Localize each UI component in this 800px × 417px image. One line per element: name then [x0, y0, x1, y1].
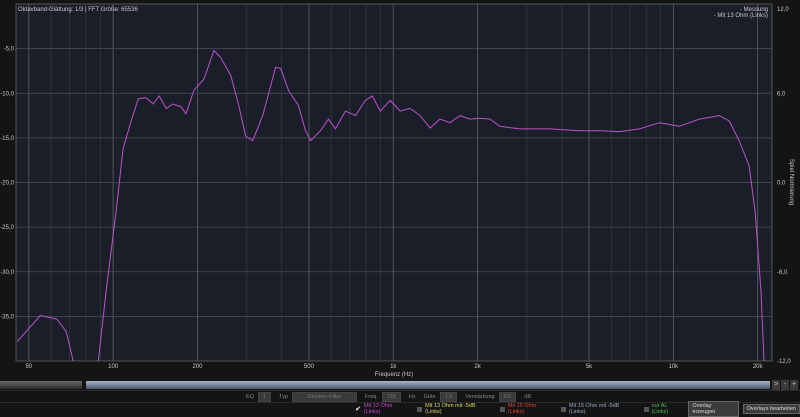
x-tick-label: 200	[192, 364, 203, 370]
guete-input[interactable]: 1,0	[439, 392, 458, 402]
x-tick-label: 2k	[474, 364, 481, 370]
overlay-checkbox-4[interactable]	[643, 406, 649, 412]
gain-label: Verstärkung	[465, 394, 495, 400]
frequency-response-chart: 50 100 200 500 1k 2k 5k 10k 20k -5,0 -10,0 -15,0 -20…	[0, 3, 794, 378]
overlay-checkbox-3[interactable]	[561, 406, 566, 412]
overlay-bar: ✔ Mit 13 Ohm (Links) Mit 13 Ohm mit -5dB…	[0, 401, 800, 417]
freq-input[interactable]: 725	[381, 392, 401, 402]
y-tick-label: -25,0	[0, 225, 14, 231]
freq-label: Freq.	[364, 394, 378, 400]
y2-tick-label: 6,0	[777, 91, 786, 97]
y2-tick-label: 12,0	[777, 7, 789, 13]
x-tick-label: 500	[304, 364, 315, 370]
y-tick-label: -5,0	[4, 47, 15, 53]
zoom-in-button[interactable]: +	[790, 380, 798, 390]
overlay-checkbox-0[interactable]: ✔	[355, 405, 361, 413]
overlay-label-4: nur AL (Links)	[651, 403, 669, 415]
y2-tick-label: -6,0	[777, 270, 788, 276]
freq-unit: Hz	[408, 394, 416, 400]
y-tick-label: -30,0	[0, 270, 14, 276]
overlay-checkbox-1[interactable]	[417, 406, 423, 412]
chart-info: Oktavband-Glättung: 1/3 | FFT Größe: 655…	[18, 7, 139, 13]
x-axis-label: Frequenz (Hz)	[375, 372, 413, 378]
x-tick-label: 20k	[753, 364, 764, 370]
overlay-label-0: Mit 13 Ohm (Links)	[363, 403, 393, 415]
x-tick-label: 100	[108, 364, 119, 370]
scrollbar-thumb[interactable]	[86, 381, 770, 389]
scroll-right-button[interactable]: >	[772, 380, 780, 390]
typ-label: Typ	[279, 394, 288, 400]
gain-unit: dB	[524, 394, 531, 400]
overlay-label-1: Mit 13 Ohm mit -5dB (Links)	[425, 403, 476, 415]
y2-tick-label: 0,0	[777, 181, 786, 187]
x-tick-label: 10k	[669, 364, 680, 370]
guete-label: Güte	[423, 394, 436, 400]
y-tick-label: -20,0	[0, 181, 14, 187]
zoom-out-button[interactable]: -	[781, 380, 789, 390]
gain-input[interactable]: 0,0	[498, 392, 517, 402]
y2-tick-label: -12,0	[777, 359, 791, 365]
eq-select[interactable]: 1	[257, 392, 272, 402]
scrollbar-track[interactable]	[0, 381, 82, 389]
legend-series: - Mit 13 Ohm (Links)	[714, 13, 768, 19]
overlay-label-2: Mit 15 Ohm (Links)	[507, 403, 537, 415]
x-tick-label: 5k	[586, 364, 593, 370]
overlay-checkbox-2[interactable]	[499, 406, 505, 412]
typ-select[interactable]: Glocken-Filter	[291, 392, 357, 402]
x-tick-label: 50	[25, 364, 32, 370]
x-tick-label: 1k	[390, 364, 397, 370]
y-tick-label: -10,0	[0, 91, 14, 97]
y-tick-label: -15,0	[0, 136, 14, 142]
right-axis-label: Spiel Normierung	[788, 159, 794, 205]
y-tick-label: -35,0	[0, 314, 14, 320]
eq-label: EQ	[246, 394, 254, 400]
overlay-label-3: Mit 15 Ohm mit -5dB (Links)	[568, 403, 620, 415]
edit-overlays-button[interactable]: Overlays bearbeiten	[742, 404, 800, 414]
